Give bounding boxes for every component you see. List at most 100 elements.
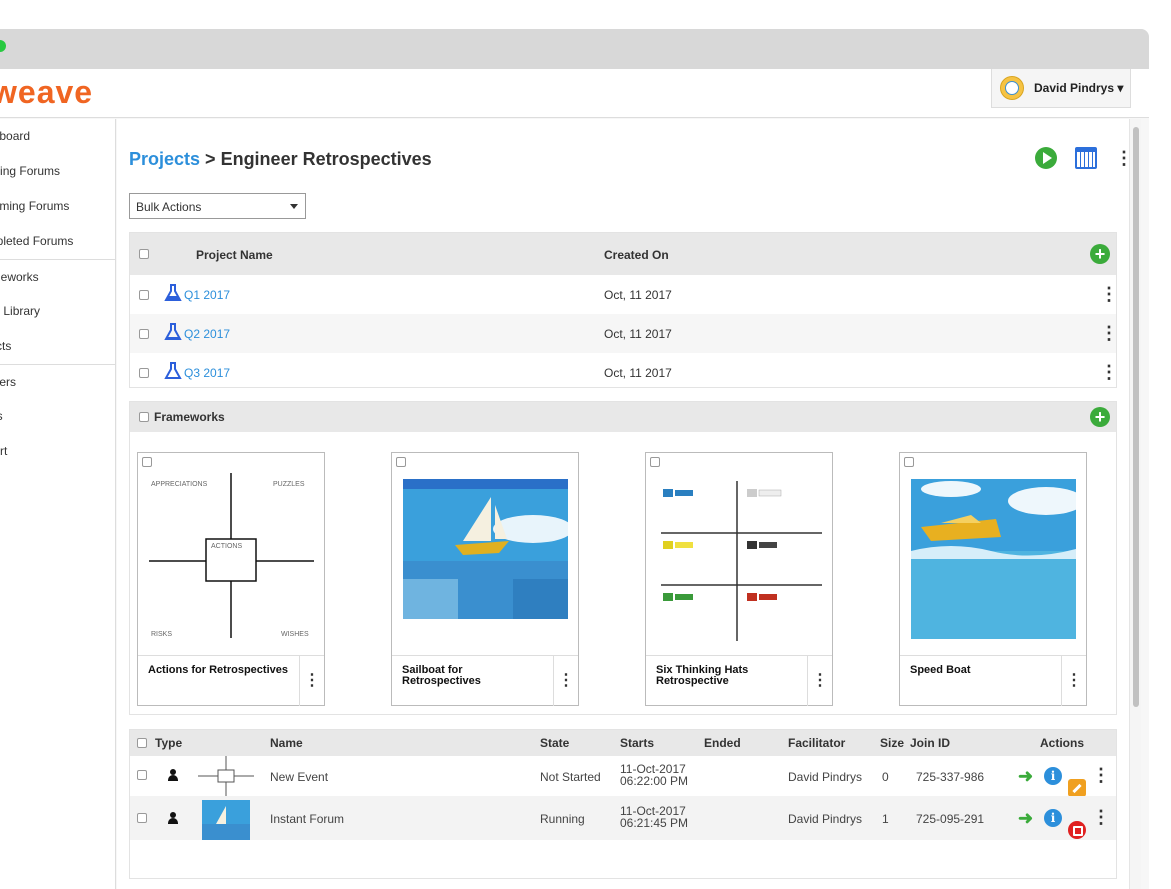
project-name-link[interactable]: Q2 2017	[184, 327, 230, 341]
scrollbar-thumb[interactable]	[1133, 127, 1139, 707]
card-more-icon[interactable]: ⋮	[1061, 656, 1086, 706]
column-header-created-on[interactable]: Created On	[604, 248, 669, 262]
frameworks-title: Frameworks	[154, 410, 225, 424]
chevron-down-icon	[290, 204, 298, 209]
frameworks-select-all-checkbox[interactable]	[139, 412, 149, 422]
row-checkbox[interactable]	[137, 813, 147, 823]
table-row[interactable]: Q2 2017 Oct, 11 2017 ⋮	[130, 314, 1118, 353]
table-row[interactable]: New Event Not Started 11-Oct-2017 06:22:0…	[130, 756, 1116, 797]
row-checkbox[interactable]	[139, 368, 149, 378]
actions-diagram-image: APPRECIATIONS PUZZLES ACTIONS RISKS WISH…	[149, 473, 314, 638]
event-state: Not Started	[540, 770, 601, 784]
app-window: weave David Pindrys ▾ ashboard unning Fo…	[0, 29, 1149, 889]
scrollbar[interactable]	[1129, 119, 1141, 889]
select-all-checkbox[interactable]	[139, 249, 149, 259]
flask-icon	[164, 323, 182, 340]
calendar-icon[interactable]	[1075, 147, 1097, 169]
app-logo[interactable]: weave	[0, 74, 93, 111]
bulk-actions-label: Bulk Actions	[136, 200, 202, 214]
event-facilitator: David Pindrys	[788, 812, 863, 826]
column-header-size[interactable]: Size	[880, 736, 904, 750]
diagram-label-wishes: WISHES	[281, 631, 309, 638]
join-icon[interactable]: ➜	[1018, 767, 1033, 785]
breadcrumb-projects-link[interactable]: Projects	[129, 149, 200, 169]
more-menu-icon[interactable]: ⋮	[1115, 149, 1133, 167]
column-header-ended[interactable]: Ended	[704, 736, 741, 750]
card-more-icon[interactable]: ⋮	[553, 656, 578, 706]
table-row[interactable]: Q1 2017 Oct, 11 2017 ⋮	[130, 275, 1118, 314]
event-starts-time: 06:22:00 PM	[620, 774, 689, 788]
info-icon[interactable]: i	[1044, 809, 1062, 827]
column-header-name[interactable]: Name	[270, 736, 303, 750]
card-more-icon[interactable]: ⋮	[299, 656, 324, 706]
title-bar	[0, 29, 1149, 69]
row-more-icon[interactable]: ⋮	[1100, 363, 1118, 381]
table-row[interactable]: Q3 2017 Oct, 11 2017 ⋮	[130, 353, 1118, 392]
row-more-icon[interactable]: ⋮	[1100, 324, 1118, 342]
sidebar-item-running-forums[interactable]: unning Forums	[0, 154, 115, 189]
card-checkbox[interactable]	[142, 457, 152, 467]
diagram-label-appreciations: APPRECIATIONS	[151, 481, 208, 488]
user-menu[interactable]: David Pindrys ▾	[991, 69, 1131, 108]
card-title: Six Thinking Hats Retrospective	[656, 664, 749, 687]
event-name[interactable]: Instant Forum	[270, 812, 344, 826]
sidebar-item-support[interactable]: pport	[0, 434, 115, 469]
row-more-icon[interactable]: ⋮	[1092, 766, 1110, 784]
sidebar-item-frameworks[interactable]: rameworks	[0, 259, 115, 294]
framework-card[interactable]: APPRECIATIONS PUZZLES ACTIONS RISKS WISH…	[137, 452, 325, 706]
framework-card[interactable]: Speed Boat ⋮	[899, 452, 1087, 706]
project-name-link[interactable]: Q1 2017	[184, 288, 230, 302]
event-name[interactable]: New Event	[270, 770, 328, 784]
edit-icon[interactable]	[1068, 779, 1086, 797]
add-framework-icon[interactable]: +	[1090, 407, 1110, 427]
sidebar-item-completed-forums[interactable]: ompleted Forums	[0, 224, 115, 259]
sidebar-item-label: ojects	[0, 339, 12, 353]
sidebar-item-label: ompleted Forums	[0, 234, 74, 248]
sidebar-item-label: rameworks	[0, 270, 39, 284]
column-header-project-name[interactable]: Project Name	[196, 248, 273, 262]
framework-card[interactable]: Six Thinking Hats Retrospective ⋮	[645, 452, 833, 706]
event-size: 1	[882, 812, 889, 826]
join-icon[interactable]: ➜	[1018, 809, 1033, 827]
sidebar-item-dashboard[interactable]: ashboard	[0, 119, 115, 154]
event-starts: 11-Oct-2017 06:21:45 PM	[620, 805, 688, 829]
bulk-actions-select[interactable]: Bulk Actions	[129, 193, 306, 219]
column-header-type[interactable]: Type	[155, 736, 182, 750]
sidebar-item-upcoming-forums[interactable]: pcoming Forums	[0, 189, 115, 224]
add-project-icon[interactable]: +	[1090, 244, 1110, 264]
column-header-join-id[interactable]: Join ID	[910, 736, 950, 750]
row-checkbox[interactable]	[139, 329, 149, 339]
column-header-facilitator[interactable]: Facilitator	[788, 736, 845, 750]
card-checkbox[interactable]	[650, 457, 660, 467]
info-icon[interactable]: i	[1044, 767, 1062, 785]
framework-card[interactable]: Sailboat for Retrospectives ⋮	[391, 452, 579, 706]
card-more-icon[interactable]: ⋮	[807, 656, 832, 706]
column-header-starts[interactable]: Starts	[620, 736, 654, 750]
table-row[interactable]: Instant Forum Running 11-Oct-2017 06:21:4…	[130, 796, 1116, 840]
window-maximize-button[interactable]	[0, 40, 6, 52]
stop-icon[interactable]	[1068, 821, 1086, 839]
card-checkbox[interactable]	[396, 457, 406, 467]
row-more-icon[interactable]: ⋮	[1100, 285, 1118, 303]
project-name-link[interactable]: Q3 2017	[184, 366, 230, 380]
sidebar-item-events[interactable]: ents	[0, 399, 115, 434]
events-table-header: Type Name State Starts Ended Facilitator…	[130, 730, 1116, 756]
play-icon[interactable]	[1035, 147, 1057, 169]
sidebar-item-label: pport	[0, 444, 8, 458]
events-select-all-checkbox[interactable]	[137, 738, 147, 748]
sidebar-item-weavers[interactable]: eavers	[0, 364, 115, 399]
card-footer: Actions for Retrospectives ⋮	[138, 655, 324, 706]
card-checkbox[interactable]	[904, 457, 914, 467]
events-table: Type Name State Starts Ended Facilitator…	[129, 729, 1117, 879]
event-thumbnail	[198, 756, 254, 796]
column-header-state[interactable]: State	[540, 736, 569, 750]
row-checkbox[interactable]	[139, 290, 149, 300]
sidebar-item-label: pcoming Forums	[0, 199, 70, 213]
row-checkbox[interactable]	[137, 770, 147, 780]
created-on: Oct, 11 2017	[604, 288, 672, 302]
row-more-icon[interactable]: ⋮	[1092, 808, 1110, 826]
sidebar-item-image-library[interactable]: age Library	[0, 294, 115, 329]
event-facilitator: David Pindrys	[788, 770, 863, 784]
sidebar-item-projects[interactable]: ojects	[0, 329, 115, 364]
event-join-id: 725-095-291	[916, 812, 985, 826]
